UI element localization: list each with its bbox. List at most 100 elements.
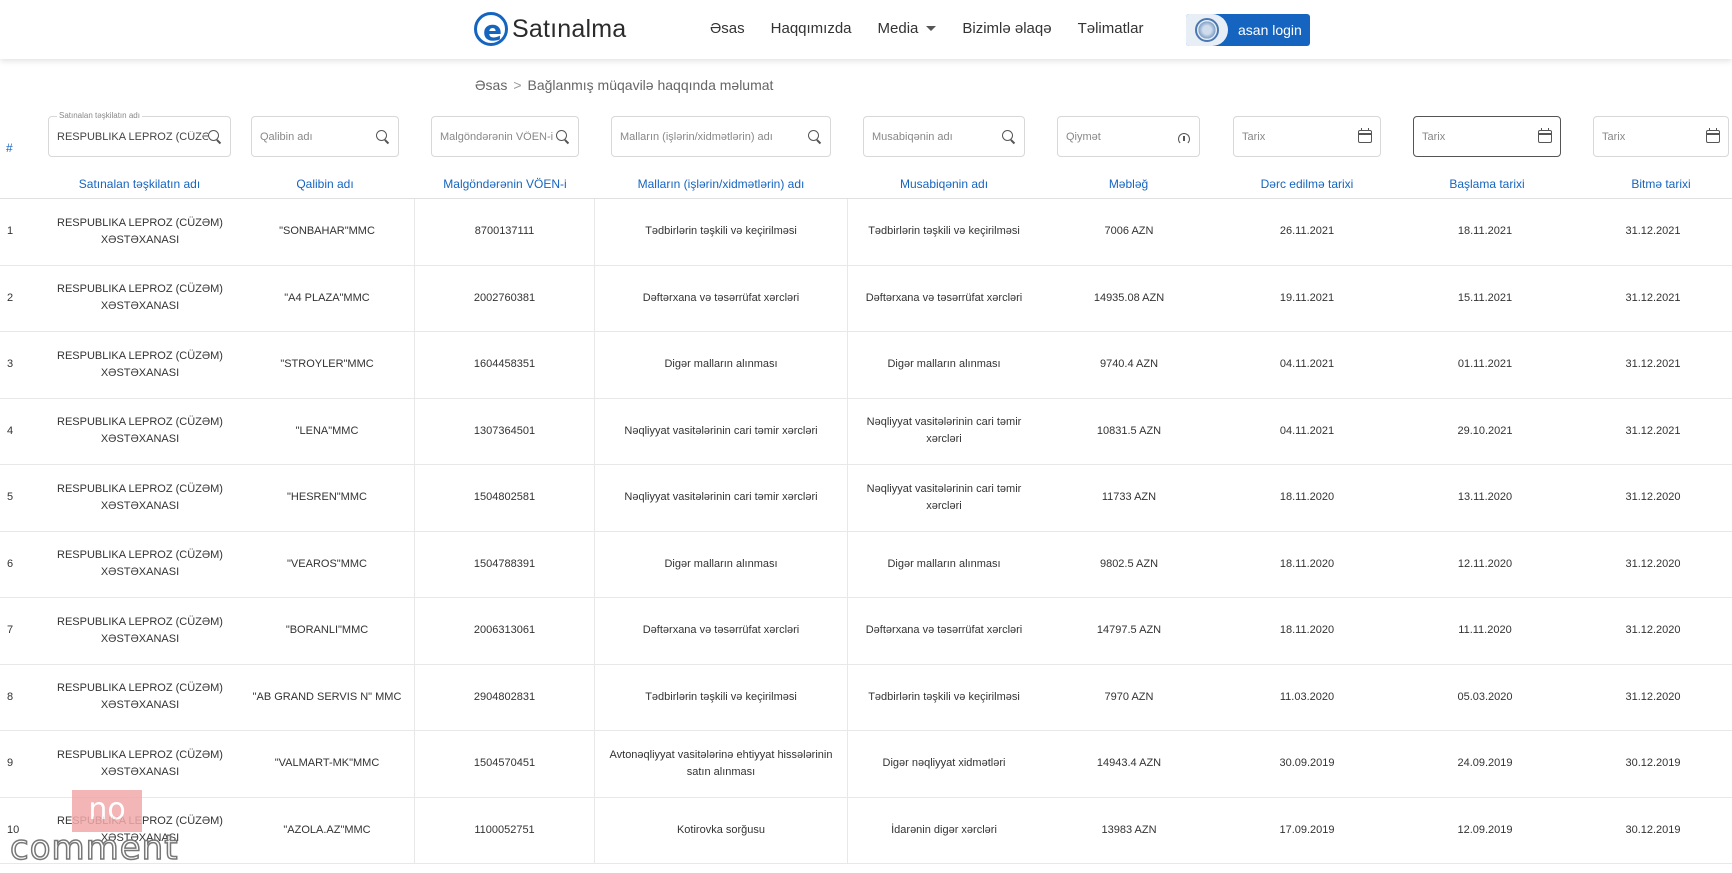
end-date-filter[interactable]: Tarix xyxy=(1593,116,1729,157)
cell-amount: 13983 AZN xyxy=(1101,823,1157,836)
col-header-start[interactable]: Başlama tarixi xyxy=(1413,177,1561,191)
table-row[interactable]: 3 RESPUBLIKA LEPROZ (CÜZƏM) XƏSTƏXANASI "S… xyxy=(0,332,1732,399)
table-row[interactable]: 5 RESPUBLIKA LEPROZ (CÜZƏM) XƏSTƏXANASI "H… xyxy=(0,465,1732,532)
search-icon[interactable] xyxy=(1002,129,1016,144)
search-icon[interactable] xyxy=(208,129,222,144)
asan-login-button[interactable]: asan login xyxy=(1186,14,1310,46)
cell-org: RESPUBLIKA LEPROZ (CÜZƏM) XƏSTƏXANASI xyxy=(57,682,223,712)
cell-voen: 2006313061 xyxy=(415,598,595,664)
start-date-filter[interactable]: Tarix xyxy=(1413,116,1561,157)
calendar-icon[interactable] xyxy=(1358,128,1372,143)
col-header-winner[interactable]: Qalibin adı xyxy=(251,177,399,191)
col-header-competition[interactable]: Musabiqənin adı xyxy=(863,177,1025,191)
cell-row-number: 2 xyxy=(7,291,14,304)
nav-item-instructions[interactable]: Təlimatlar xyxy=(1078,20,1144,37)
cell-winner: "LENA"MMC xyxy=(240,398,415,464)
competition-filter-input[interactable]: Musabiqənin adı xyxy=(863,116,1025,157)
row-number-header: # xyxy=(6,141,13,155)
cell-row-number: 4 xyxy=(7,424,14,437)
winner-filter-input[interactable]: Qalibin adı xyxy=(251,116,399,157)
site-logo[interactable]: e Satınalma xyxy=(474,12,627,47)
cell-end: 31.12.2021 xyxy=(1625,225,1681,238)
cell-goods: Digər malların alınması xyxy=(595,531,848,597)
cell-goods: Dəftərxana və təsərrüfat xərcləri xyxy=(595,598,848,664)
logo-text: Satınalma xyxy=(512,14,627,43)
cell-competition: Tədbirlərin təşkili və keçirilməsi xyxy=(868,225,1020,238)
cell-end: 31.12.2020 xyxy=(1625,624,1681,637)
cell-competition: İdarənin digər xərcləri xyxy=(891,823,997,836)
cell-amount: 14935.08 AZN xyxy=(1093,291,1165,304)
breadcrumb-home[interactable]: Əsas xyxy=(475,77,507,93)
col-header-org[interactable]: Satınalan təşkilatın adı xyxy=(48,177,231,191)
table-row[interactable]: 2 RESPUBLIKA LEPROZ (CÜZƏM) XƏSTƏXANASI "A… xyxy=(0,265,1732,332)
table-row[interactable]: 10RESPUBLIKA LEPROZ (CÜZƏM) XƏSTƏXANASI"… xyxy=(0,797,1732,864)
goods-filter-placeholder: Malların (işlərin/xidmətlərin) adı xyxy=(620,130,773,143)
cell-start: 12.09.2019 xyxy=(1457,823,1513,836)
cell-voen: 2002760381 xyxy=(415,265,595,331)
goods-filter-input[interactable]: Malların (işlərin/xidmətlərin) adı xyxy=(611,116,831,157)
col-header-goods[interactable]: Malların (işlərin/xidmətlərin) adı xyxy=(611,177,831,191)
nocomment-watermark: no comment xyxy=(9,790,200,869)
table-row[interactable]: 1 RESPUBLIKA LEPROZ (CÜZƏM) XƏSTƏXANASI "S… xyxy=(0,199,1732,266)
end-date-placeholder: Tarix xyxy=(1602,130,1626,143)
cell-amount: 14797.5 AZN xyxy=(1096,624,1162,637)
price-filter-placeholder: Qiymət xyxy=(1066,130,1101,143)
nav-item-contact[interactable]: Bizimlə əlaqə xyxy=(962,20,1051,37)
winner-filter-placeholder: Qalibin adı xyxy=(260,130,313,143)
voen-filter-input[interactable]: Malgöndərənin VÖEN-i xyxy=(431,116,579,157)
search-icon[interactable] xyxy=(376,129,390,144)
col-header-end[interactable]: Bitmə tarixi xyxy=(1593,177,1729,191)
table-row[interactable]: 4 RESPUBLIKA LEPROZ (CÜZƏM) XƏSTƏXANASI "L… xyxy=(0,398,1732,465)
org-filter-value: RESPUBLIKA LEPROZ (CÜZƏM) xyxy=(57,130,208,143)
cell-winner: "STROYLER"MMC xyxy=(240,332,415,398)
cell-row-number: 5 xyxy=(7,491,14,504)
calendar-icon[interactable] xyxy=(1706,128,1720,143)
table-row[interactable]: 8 RESPUBLIKA LEPROZ (CÜZƏM) XƏSTƏXANASI "A… xyxy=(0,664,1732,731)
cell-start: 11.11.2020 xyxy=(1458,624,1512,637)
calendar-icon[interactable] xyxy=(1538,128,1552,143)
nav-item-about[interactable]: Haqqımızda xyxy=(771,20,852,37)
table-row[interactable]: 6 RESPUBLIKA LEPROZ (CÜZƏM) XƏSTƏXANASI "V… xyxy=(0,531,1732,598)
voen-filter-placeholder: Malgöndərənin VÖEN-i xyxy=(440,130,554,143)
chevron-down-icon xyxy=(926,26,937,31)
cell-goods: Tədbirlərin təşkili və keçirilməsi xyxy=(595,199,848,265)
cell-end: 31.12.2021 xyxy=(1625,424,1681,437)
cell-voen: 8700137111 xyxy=(415,199,595,265)
cell-winner: "BORANLI"MMC xyxy=(240,598,415,664)
cell-published: 11.03.2020 xyxy=(1279,690,1335,703)
cell-end: 31.12.2021 xyxy=(1625,358,1681,371)
cell-goods: Dəftərxana və təsərrüfat xərcləri xyxy=(595,265,848,331)
search-icon[interactable] xyxy=(808,129,822,144)
cell-winner: "VALMART-MK"MMC xyxy=(240,731,415,797)
gauge-icon[interactable] xyxy=(1177,130,1191,145)
nav-item-home[interactable]: Əsas xyxy=(710,20,745,37)
cell-goods: Kotirovka sorğusu xyxy=(595,797,848,863)
cell-end: 30.12.2019 xyxy=(1625,823,1681,836)
cell-published: 04.11.2021 xyxy=(1279,358,1335,371)
cell-org: RESPUBLIKA LEPROZ (CÜZƏM) XƏSTƏXANASI xyxy=(57,615,223,645)
nav-item-media[interactable]: Media xyxy=(878,20,937,37)
cell-start: 24.09.2019 xyxy=(1457,757,1513,770)
cell-end: 31.12.2021 xyxy=(1625,291,1681,304)
cell-goods: Avtonəqliyyat vasitələrinə ehtiyyat hiss… xyxy=(595,731,848,797)
cell-start: 18.11.2021 xyxy=(1457,225,1513,238)
cell-winner: "SONBAHAR"MMC xyxy=(240,199,415,265)
col-header-amount[interactable]: Məbləğ xyxy=(1057,177,1200,191)
search-icon[interactable] xyxy=(556,129,570,144)
cell-competition: Digər nəqliyyat xidmətləri xyxy=(882,757,1006,770)
col-header-voen[interactable]: Malgöndərənin VÖEN-i xyxy=(431,177,579,191)
price-filter-input[interactable]: Qiymət xyxy=(1057,116,1200,157)
col-header-published[interactable]: Dərc edilmə tarixi xyxy=(1233,177,1381,191)
table-row[interactable]: 7 RESPUBLIKA LEPROZ (CÜZƏM) XƏSTƏXANASI "B… xyxy=(0,598,1732,665)
published-date-filter[interactable]: Tarix xyxy=(1233,116,1381,157)
cell-competition: Dəftərxana və təsərrüfat xərcləri xyxy=(865,291,1023,304)
cell-org: RESPUBLIKA LEPROZ (CÜZƏM) XƏSTƏXANASI xyxy=(57,482,223,512)
published-date-placeholder: Tarix xyxy=(1242,130,1266,143)
cell-goods: Nəqliyyat vasitələrinin cari təmir xərcl… xyxy=(595,465,848,531)
cell-voen: 1504570451 xyxy=(415,731,595,797)
cell-org: RESPUBLIKA LEPROZ (CÜZƏM) XƏSTƏXANASI xyxy=(57,416,223,446)
cell-row-number: 9 xyxy=(7,757,14,770)
cell-amount: 9740.4 AZN xyxy=(1099,358,1159,371)
org-filter-input[interactable]: Satınalan təşkilatın adı RESPUBLIKA LEPR… xyxy=(48,111,231,157)
table-row[interactable]: 9 RESPUBLIKA LEPROZ (CÜZƏM) XƏSTƏXANASI "V… xyxy=(0,731,1732,798)
